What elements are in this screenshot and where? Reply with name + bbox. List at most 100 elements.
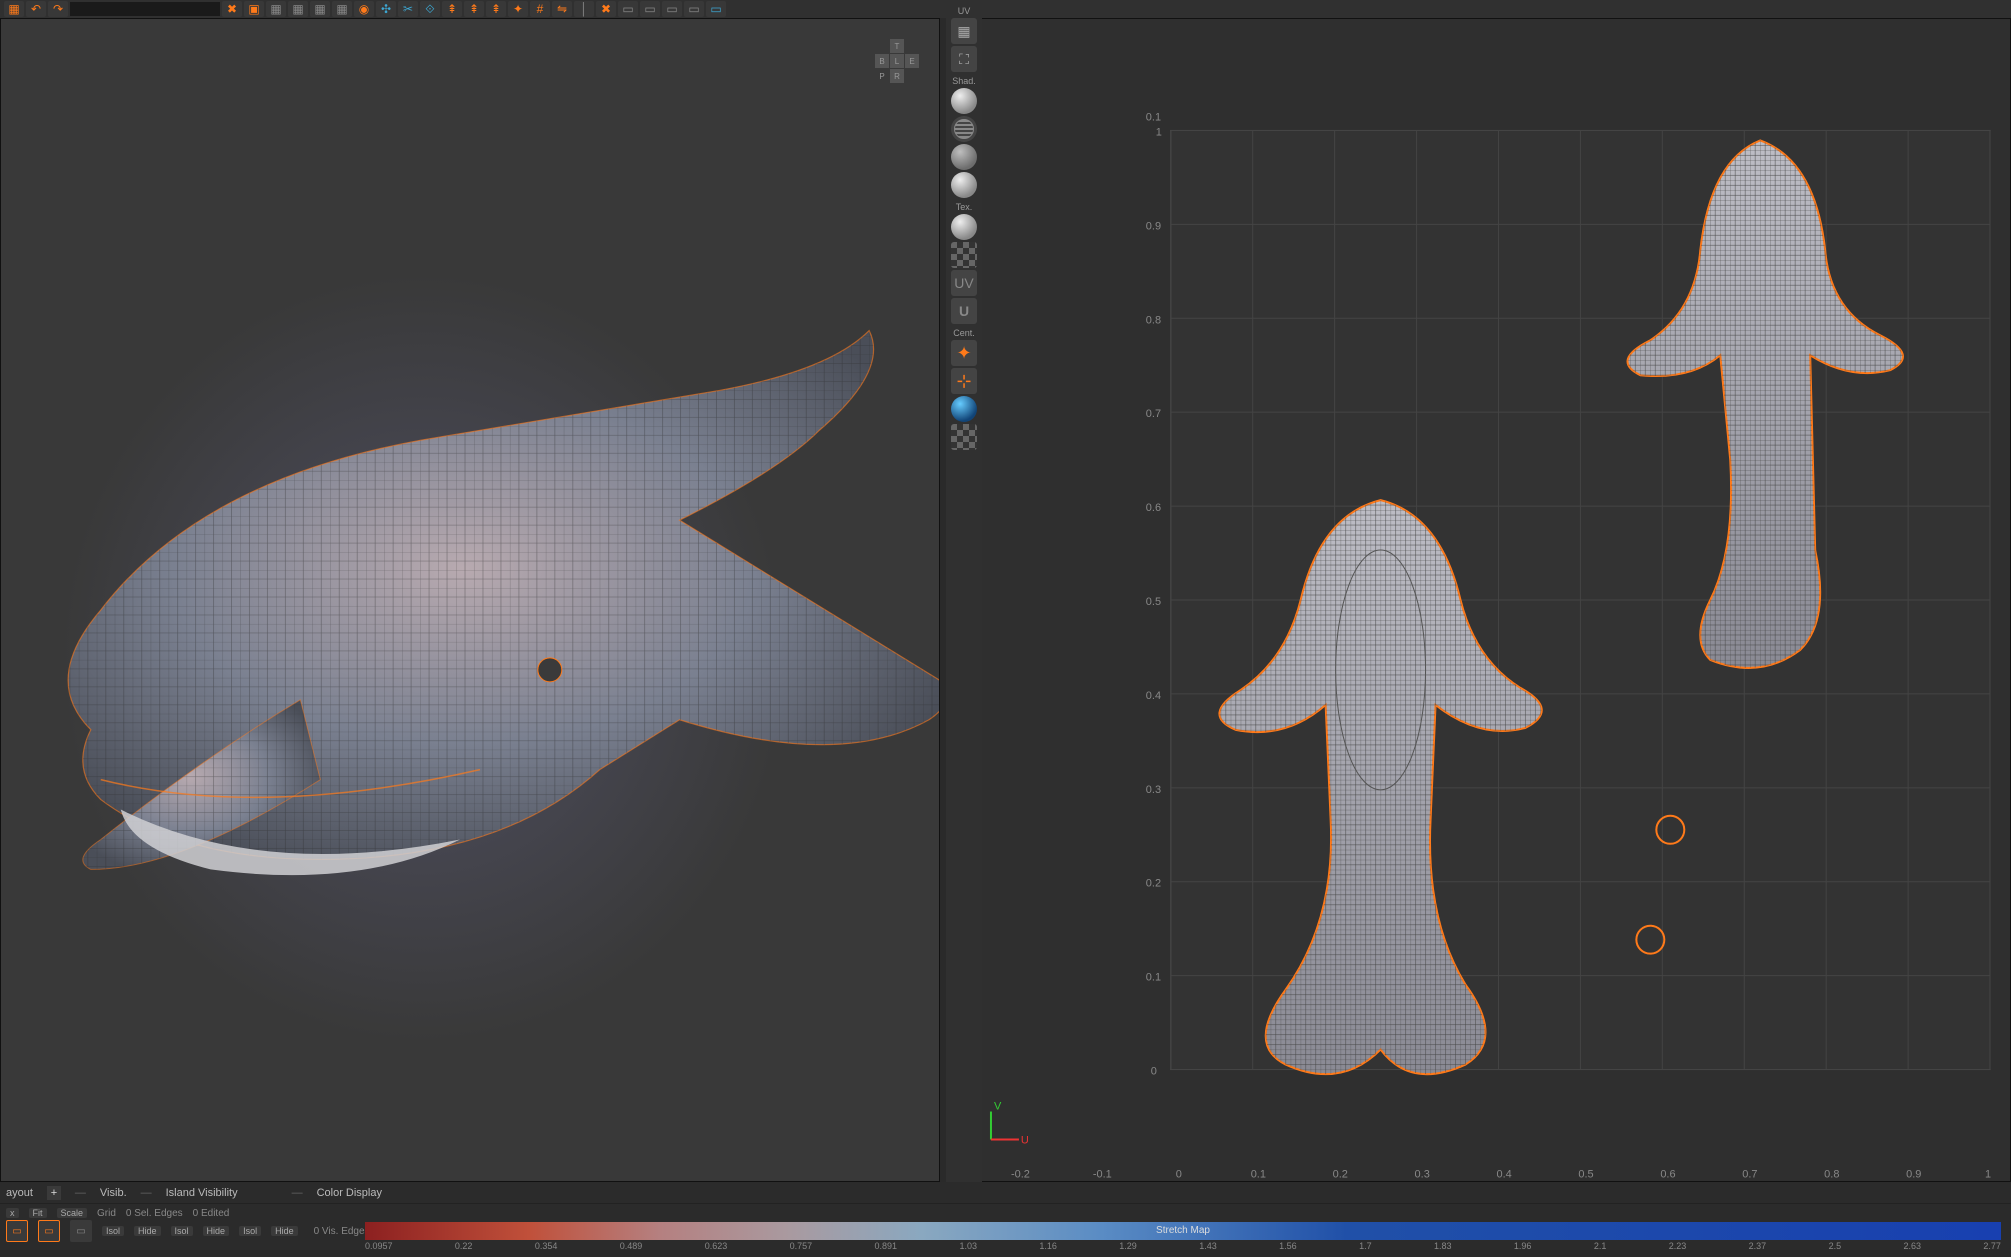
align-y-icon[interactable]: ⇞: [464, 1, 484, 17]
select-box-icon[interactable]: ▣: [244, 1, 264, 17]
pin-icon[interactable]: ✖: [596, 1, 616, 17]
orbit-icon[interactable]: [951, 396, 977, 422]
shade-wire-icon[interactable]: [951, 116, 977, 142]
isol-button[interactable]: Isol: [171, 1226, 193, 1236]
top-toolbar: ▦ ↶ ↷ ✖ ▣ ▦ ▦ ▦ ▦ ◉ ✣ ✂ ⟐ ⇞ ⇞ ⇞ ✦ # ⇋ │ …: [0, 0, 2011, 18]
align-x-icon[interactable]: ⇞: [442, 1, 462, 17]
svg-text:0.1: 0.1: [1146, 972, 1161, 984]
svg-text:0.3: 0.3: [1415, 1168, 1430, 1180]
sep-icon: │: [574, 1, 594, 17]
center-origin-icon[interactable]: ⊹: [951, 368, 977, 394]
tool3-icon[interactable]: ▭: [70, 1220, 92, 1242]
visib-label: Visib.: [100, 1187, 127, 1199]
add-layout-button[interactable]: +: [47, 1186, 61, 1200]
grid-icon[interactable]: [951, 424, 977, 450]
color-display-label: Color Display: [317, 1187, 382, 1199]
viewport-uv[interactable]: V U 0 0.1 0.2 0.3 0.4 0.5 0.6 0.7 0.8 0.9 1 0.1 -0.…: [950, 18, 2011, 1182]
layout-label: ayout: [6, 1187, 33, 1199]
svg-text:0.5: 0.5: [1578, 1168, 1593, 1180]
svg-text:0.7: 0.7: [1146, 408, 1161, 420]
svg-text:1: 1: [1156, 126, 1162, 138]
sel-edges-count: 0 Sel. Edges: [126, 1208, 183, 1219]
svg-text:0.9: 0.9: [1146, 220, 1161, 232]
svg-text:0.2: 0.2: [1333, 1168, 1348, 1180]
x-button[interactable]: x: [6, 1208, 19, 1218]
scale-button[interactable]: Scale: [57, 1208, 88, 1218]
snap-icon[interactable]: ✦: [508, 1, 528, 17]
tool-b-icon[interactable]: ▭: [640, 1, 660, 17]
search-input[interactable]: [70, 2, 220, 16]
tool3-icon[interactable]: ⟐: [420, 1, 440, 17]
svg-text:0.9: 0.9: [1906, 1168, 1921, 1180]
snap2-icon[interactable]: #: [530, 1, 550, 17]
center-pivot-icon[interactable]: ✦: [951, 340, 977, 366]
hide-button[interactable]: Hide: [271, 1226, 298, 1236]
svg-text:0.2: 0.2: [1146, 878, 1161, 890]
grid-icon[interactable]: ▦: [266, 1, 286, 17]
tool-d-icon[interactable]: ▭: [684, 1, 704, 17]
svg-text:0.1: 0.1: [1146, 111, 1161, 123]
svg-text:0.1: 0.1: [1251, 1168, 1266, 1180]
isol-button[interactable]: Isol: [102, 1226, 124, 1236]
tex-checker-icon[interactable]: [951, 242, 977, 268]
cut-icon[interactable]: ✂: [398, 1, 418, 17]
shade-solid-icon[interactable]: [951, 88, 977, 114]
stretch-tick-row: 0.09570.220.3540.4890.6230.7570.8911.031…: [365, 1240, 2001, 1252]
move-icon[interactable]: ✣: [376, 1, 396, 17]
tex-uv-icon[interactable]: UV: [951, 270, 977, 296]
mirror-icon[interactable]: ⇋: [552, 1, 572, 17]
group-label: Cent.: [953, 328, 975, 338]
grid2-icon[interactable]: ▦: [288, 1, 308, 17]
grid4-icon[interactable]: ▦: [332, 1, 352, 17]
undo-icon[interactable]: ↶: [26, 1, 46, 17]
hide-button[interactable]: Hide: [203, 1226, 230, 1236]
tex-solid-icon[interactable]: [951, 214, 977, 240]
svg-text:U: U: [1021, 1134, 1029, 1146]
stretch-map-label: Stretch Map: [1156, 1225, 1210, 1236]
svg-text:0.4: 0.4: [1146, 690, 1161, 702]
edited-count: 0 Edited: [193, 1208, 230, 1219]
tool-a-icon[interactable]: ▭: [618, 1, 638, 17]
grid3-icon[interactable]: ▦: [310, 1, 330, 17]
svg-text:-0.1: -0.1: [1093, 1168, 1112, 1180]
shade-sphere-icon[interactable]: [951, 172, 977, 198]
fit-button[interactable]: Fit: [29, 1208, 47, 1218]
svg-text:0.8: 0.8: [1824, 1168, 1839, 1180]
delete-icon[interactable]: ✖: [222, 1, 242, 17]
redo-icon[interactable]: ↷: [48, 1, 68, 17]
svg-text:V: V: [994, 1101, 1002, 1113]
tool-c-icon[interactable]: ▭: [662, 1, 682, 17]
grid-label: Grid: [97, 1208, 116, 1219]
svg-text:-0.2: -0.2: [1011, 1168, 1030, 1180]
group-label: Shad.: [952, 76, 976, 86]
nav-cube[interactable]: T BLE PR: [875, 39, 919, 83]
group-label: Tex.: [956, 202, 973, 212]
svg-text:0.4: 0.4: [1496, 1168, 1511, 1180]
main-split: T BLE PR: [0, 18, 2011, 1182]
viewport-3d[interactable]: T BLE PR: [0, 18, 940, 1182]
svg-text:0.6: 0.6: [1146, 502, 1161, 514]
svg-text:0.7: 0.7: [1742, 1168, 1757, 1180]
tool1-icon[interactable]: ▭: [6, 1220, 28, 1242]
svg-text:0: 0: [1176, 1168, 1182, 1180]
island-vis-label: Island Visibility: [166, 1187, 238, 1199]
align-z-icon[interactable]: ⇞: [486, 1, 506, 17]
tool-icon[interactable]: ▦: [4, 1, 24, 17]
tex-u-icon[interactable]: U: [951, 298, 977, 324]
svg-text:0: 0: [1151, 1066, 1157, 1078]
tool-e-icon[interactable]: ▭: [706, 1, 726, 17]
isol-button[interactable]: Isol: [239, 1226, 261, 1236]
bottom-panel: ayout + — Visib. — Island Visibility — C…: [0, 1182, 2011, 1257]
vis-edges-count: 0 Vis. Edges: [314, 1226, 370, 1237]
hide-button[interactable]: Hide: [134, 1226, 161, 1236]
uv-toggle-icon[interactable]: ▦: [951, 18, 977, 44]
tool2-icon[interactable]: ▭: [38, 1220, 60, 1242]
stretch-map-bar: Stretch Map 0.09570.220.3540.4890.6230.7…: [365, 1222, 2001, 1252]
svg-text:0.6: 0.6: [1660, 1168, 1675, 1180]
sphere-icon[interactable]: ◉: [354, 1, 374, 17]
shade-mat-icon[interactable]: [951, 144, 977, 170]
svg-text:0.5: 0.5: [1146, 596, 1161, 608]
group-label: UV: [958, 6, 971, 16]
svg-text:0.3: 0.3: [1146, 784, 1161, 796]
maximize-icon[interactable]: ⛶: [951, 46, 977, 72]
